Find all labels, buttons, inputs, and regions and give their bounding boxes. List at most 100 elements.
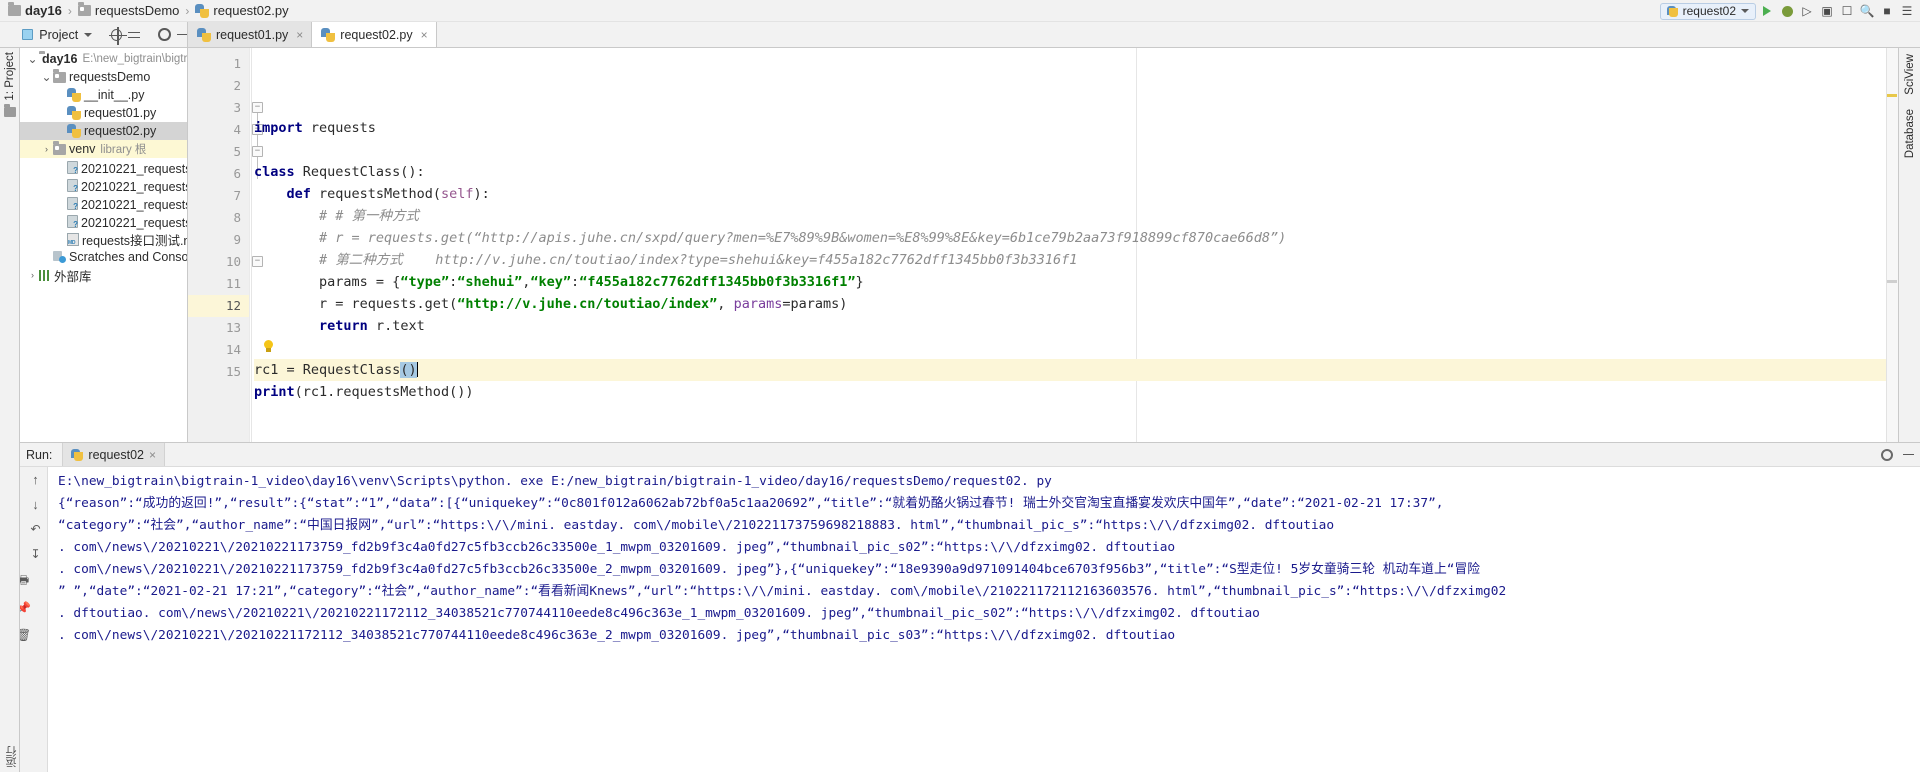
editor-tabs: request01.py × request02.py × [188, 22, 437, 47]
project-panel-header: Project [0, 22, 188, 47]
line-number: 7 [233, 188, 241, 203]
folder-icon [77, 2, 91, 16]
code-token-str: “key” [530, 274, 572, 290]
run-button[interactable] [1758, 2, 1776, 20]
tab-label: request02.py [340, 27, 413, 42]
breadcrumb-item-requestsdemo[interactable]: requestsDemo [77, 2, 179, 18]
tree-node[interactable]: ⌄day16 E:\new_bigtrain\bigtrain [20, 50, 187, 68]
python-icon [71, 448, 84, 461]
code-line[interactable]: params = {“type”:“shehui”,“key”:“f455a18… [254, 271, 1898, 293]
code-line[interactable] [254, 403, 1898, 425]
tree-node[interactable]: 20210221_requests基础.n [20, 194, 187, 212]
chevron-icon[interactable]: ⌄ [40, 71, 53, 83]
code-line[interactable]: # r = requests.get(“http://apis.juhe.cn/… [254, 227, 1898, 249]
sidebar-item-project[interactable]: 1: Project [4, 52, 16, 101]
tree-node[interactable]: __init__.py [20, 86, 187, 104]
breadcrumb-label: request02.py [213, 3, 289, 18]
code-line[interactable]: r = requests.get(“http://v.juhe.cn/touti… [254, 293, 1898, 315]
code-line[interactable]: rc1 = RequestClass() [254, 359, 1898, 381]
breadcrumb-item-request02[interactable]: request02.py [195, 3, 289, 18]
console-line: . com\/news\/20210221\/20210221172112_34… [58, 628, 1176, 643]
editor-scrollbar[interactable] [1886, 48, 1898, 442]
chevron-icon[interactable]: › [26, 270, 39, 280]
tree-node[interactable]: ⌄ requestsDemo [20, 68, 187, 86]
soft-wrap-icon[interactable]: ↶ [28, 521, 44, 537]
run-tab-request02[interactable]: request02 × [62, 443, 166, 466]
tree-node-hint: E:\new_bigtrain\bigtrain [82, 53, 188, 65]
folder-icon [53, 68, 66, 83]
sidebar-item-database[interactable]: Database [1904, 109, 1916, 158]
close-icon[interactable]: × [296, 28, 303, 42]
chevron-icon[interactable]: ⌄ [26, 53, 39, 65]
tree-node[interactable]: 20210221_requests读取写 [20, 212, 187, 230]
tab-request01[interactable]: request01.py × [188, 22, 313, 47]
scroll-end-icon[interactable]: ↧ [28, 546, 44, 562]
project-panel-title: Project [39, 27, 79, 42]
tree-node[interactable]: › venv library 根 [20, 140, 187, 158]
code-line[interactable]: import requests [254, 117, 1898, 139]
code-token-plain: , [717, 296, 734, 312]
chevron-icon[interactable]: › [40, 144, 53, 154]
tab-request02[interactable]: request02.py × [312, 22, 437, 47]
chevron-down-icon[interactable] [84, 32, 93, 37]
code-line[interactable] [254, 139, 1898, 161]
debug-button[interactable] [1778, 2, 1796, 20]
tree-node[interactable]: Scratches and Consoles [20, 248, 187, 266]
locate-icon[interactable] [109, 26, 128, 45]
tree-node[interactable]: requests接口测试.md [20, 230, 187, 248]
code-line[interactable] [254, 337, 1898, 359]
code-line[interactable] [254, 425, 1898, 442]
gear-icon[interactable] [158, 28, 171, 41]
console-line: . com\/news\/20210221\/20210221173759_fd… [58, 562, 1481, 577]
hide-icon[interactable] [176, 33, 187, 36]
console-line: ” ”,“date”:“2021-02-21 17:21”,“category”… [58, 584, 1507, 599]
breadcrumb-separator: › [185, 3, 190, 18]
run-configuration-selector[interactable]: request02 [1659, 2, 1756, 20]
code-token-sel: () [400, 362, 417, 378]
code-line[interactable]: def requestsMethod(self): [254, 183, 1898, 205]
close-icon[interactable]: × [421, 28, 428, 42]
tree-node[interactable]: request02.py [20, 122, 187, 140]
code-editor[interactable]: 1 2 3−4−5−6 7 8 9 10−11 12 13 14 15 import request… [188, 48, 1898, 442]
tree-node[interactable]: 20210221_requests中读取 [20, 176, 187, 194]
code-line[interactable]: print(rc1.requestsMethod()) [254, 381, 1898, 403]
sidebar-item-run[interactable]: 运行 [4, 746, 20, 768]
breadcrumb-item-day16[interactable]: day16 [8, 2, 62, 18]
breadcrumb-separator: › [67, 3, 72, 18]
scroll-up-icon[interactable]: ↑ [28, 471, 44, 487]
code-line[interactable]: # # 第一种方式 [254, 205, 1898, 227]
code-token-parm: params [733, 296, 783, 312]
project-tree-panel[interactable]: ⌄day16E:\new_bigtrain\bigtrain⌄requestsD… [20, 48, 188, 442]
tree-node[interactable]: › 外部库 [20, 266, 187, 284]
console-line: . com\/news\/20210221\/20210221173759_fd… [58, 540, 1176, 555]
tree-node-label: Scratches and Consoles [69, 250, 188, 264]
code-line[interactable]: class RequestClass(): [254, 161, 1898, 183]
tree-node[interactable]: 20210221_requests中的传 [20, 158, 187, 176]
layout-button[interactable]: ☰ [1898, 2, 1916, 20]
gear-icon[interactable] [1881, 448, 1893, 461]
search-icon[interactable]: 🔍 [1858, 2, 1876, 20]
tree-node-label: venv [69, 142, 96, 156]
attach-button[interactable]: ☐ [1838, 2, 1856, 20]
code-line[interactable]: return r.text [254, 315, 1898, 337]
profile-button[interactable]: ▣ [1818, 2, 1836, 20]
project-tree: ⌄day16E:\new_bigtrain\bigtrain⌄requestsD… [20, 48, 187, 284]
intention-bulb-icon[interactable] [262, 340, 275, 355]
collapse-all-icon[interactable] [128, 29, 141, 41]
sidebar-item-sciview[interactable]: SciView [1904, 54, 1916, 95]
console-output[interactable]: E:\new_bigtrain\bigtrain-1_video\day16\v… [48, 467, 1920, 772]
code-token-plain: : [571, 274, 580, 290]
hide-icon[interactable] [1903, 453, 1914, 456]
code-token-kw: print [254, 384, 295, 400]
scroll-down-icon[interactable]: ↓ [28, 496, 44, 512]
code-content[interactable]: import requests class RequestClass(): def… [250, 48, 1898, 442]
code-line[interactable]: # 第二种方式 http://v.juhe.cn/toutiao/index?t… [254, 249, 1898, 271]
stop-button[interactable]: ■ [1878, 2, 1896, 20]
close-icon[interactable]: × [149, 448, 156, 462]
folder-icon[interactable] [3, 104, 16, 117]
coverage-button[interactable]: ▷ [1798, 2, 1816, 20]
tree-node-label: requests接口测试.md [82, 233, 187, 248]
tree-node[interactable]: request01.py [20, 104, 187, 122]
tree-node-label: day16 [42, 52, 78, 66]
